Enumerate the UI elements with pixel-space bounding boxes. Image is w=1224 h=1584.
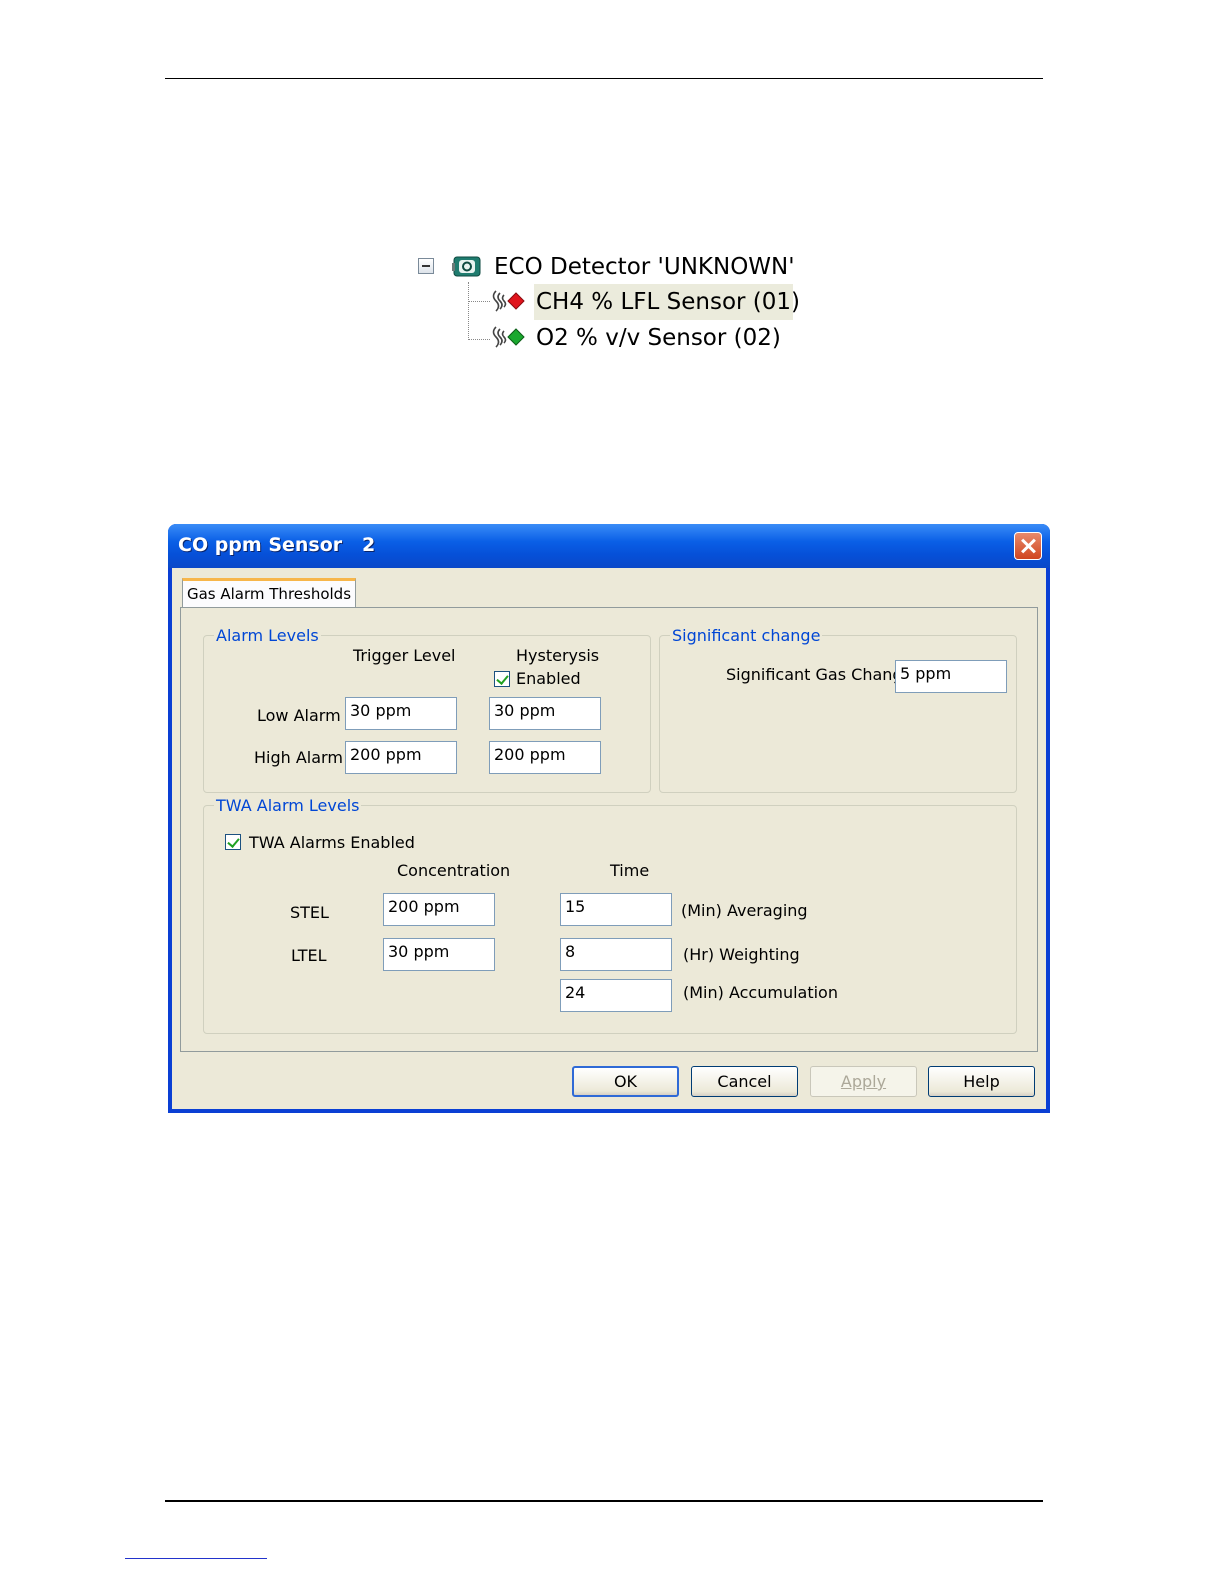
tab-panel: Alarm Levels Trigger Level Hysterysis En… (180, 607, 1038, 1052)
close-button[interactable] (1014, 532, 1042, 560)
trigger-level-header: Trigger Level (353, 646, 456, 665)
twa-enabled-checkbox[interactable] (225, 834, 241, 850)
stel-label: STEL (290, 903, 329, 922)
significant-gas-change-field[interactable]: 5 ppm (895, 660, 1007, 693)
sensor-label: CH4 % LFL Sensor (01) (536, 289, 800, 315)
cancel-button[interactable]: Cancel (691, 1066, 798, 1097)
apply-button-label: Apply (840, 1072, 887, 1091)
tab-gas-alarm-thresholds[interactable]: Gas Alarm Thresholds (182, 578, 356, 608)
apply-button[interactable]: Apply (810, 1066, 917, 1097)
significant-change-legend: Significant change (672, 626, 821, 645)
accumulation-unit-label: (Min) Accumulation (683, 983, 838, 1002)
weighting-unit-label: (Hr) Weighting (683, 945, 800, 964)
alarm-levels-legend: Alarm Levels (216, 626, 319, 645)
concentration-header: Concentration (397, 861, 511, 880)
high-trigger-field[interactable]: 200 ppm (345, 741, 457, 774)
collapse-icon[interactable] (418, 258, 434, 274)
ltel-label: LTEL (291, 946, 327, 965)
averaging-field[interactable]: 15 (560, 893, 672, 926)
header-rule (165, 78, 1043, 79)
low-alarm-label: Low Alarm (257, 706, 341, 725)
dialog-client: Gas Alarm Thresholds Alarm Levels Trigge… (172, 568, 1046, 1109)
hysteresis-enabled-label: Enabled (516, 669, 581, 688)
averaging-unit-label: (Min) Averaging (681, 901, 808, 920)
twa-alarm-levels-legend: TWA Alarm Levels (216, 796, 360, 815)
stel-concentration-field[interactable]: 200 ppm (383, 893, 495, 926)
detector-label: ECO Detector 'UNKNOWN' (494, 254, 795, 280)
significant-change-group: Significant change (659, 626, 1017, 793)
weighting-field[interactable]: 8 (560, 938, 672, 971)
dialog-titlebar[interactable]: CO ppm Sensor 2 (168, 524, 1050, 568)
gas-sensor-icon (492, 326, 525, 348)
high-hysteresis-field[interactable]: 200 ppm (489, 741, 601, 774)
footer-link-underline (125, 1558, 267, 1559)
high-alarm-label: High Alarm (254, 748, 343, 767)
significant-gas-change-label: Significant Gas Change (726, 665, 913, 684)
twa-enabled-label: TWA Alarms Enabled (249, 833, 415, 852)
device-tree: ECO Detector 'UNKNOWN' CH4 % LFL Sensor … (416, 250, 816, 360)
dialog-title: CO ppm Sensor 2 (178, 534, 376, 556)
hysteresis-header: Hysterysis (516, 646, 600, 665)
sensor-dialog: CO ppm Sensor 2 Gas Alarm Thresholds Ala… (168, 524, 1050, 1113)
ltel-concentration-field[interactable]: 30 ppm (383, 938, 495, 971)
time-header: Time (610, 861, 650, 880)
accumulation-field[interactable]: 24 (560, 979, 672, 1012)
footer-rule (165, 1500, 1043, 1502)
detector-icon (452, 256, 481, 277)
help-button[interactable]: Help (928, 1066, 1035, 1097)
ok-button[interactable]: OK (572, 1066, 679, 1097)
gas-sensor-icon (492, 290, 525, 312)
low-hysteresis-field[interactable]: 30 ppm (489, 697, 601, 730)
hysteresis-enabled-checkbox[interactable] (494, 671, 510, 687)
sensor-label: O2 % v/v Sensor (02) (536, 325, 781, 351)
low-trigger-field[interactable]: 30 ppm (345, 697, 457, 730)
